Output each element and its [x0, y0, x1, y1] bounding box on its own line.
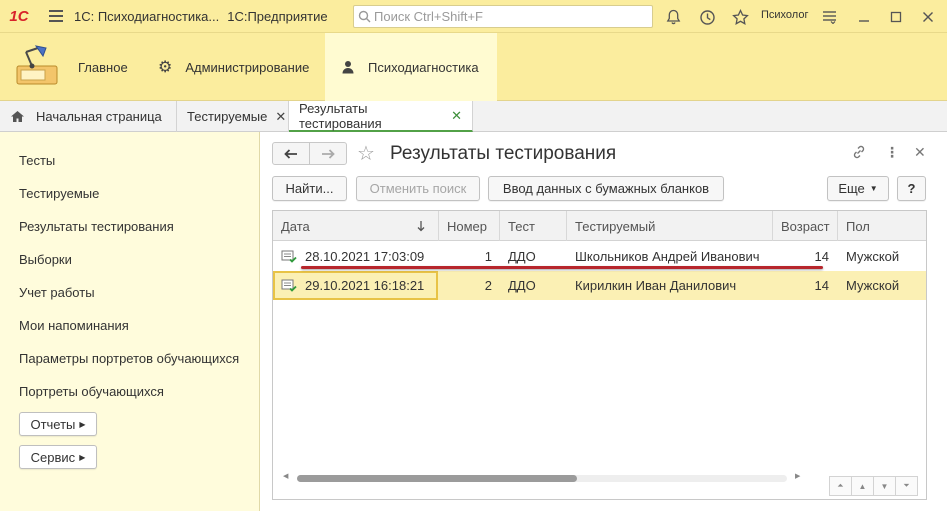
scroll-right-icon[interactable]: ▶: [795, 472, 800, 480]
maximize-icon[interactable]: [885, 6, 907, 28]
section-label: Главное: [78, 59, 128, 75]
more-vertical-icon[interactable]: ⋮: [885, 144, 899, 161]
form-close-icon[interactable]: ✕: [914, 144, 926, 161]
scroll-bottom-icon[interactable]: ⏷: [895, 476, 918, 496]
form-title: Результаты тестирования: [390, 143, 617, 164]
red-underline-annotation: [301, 266, 823, 269]
search-icon: [358, 10, 371, 23]
tab-label: Тестируемые: [187, 109, 268, 124]
scroll-top-icon[interactable]: ⏶: [829, 476, 852, 496]
section-main[interactable]: Главное: [12, 33, 137, 101]
nav-item-portraits[interactable]: Портреты обучающихся: [19, 384, 164, 399]
section-administration[interactable]: ⚙ Администрирование: [158, 33, 318, 101]
section-label: Психодиагностика: [368, 59, 479, 75]
section-psychodiagnostics[interactable]: Психодиагностика: [325, 33, 497, 101]
cell-test: ДДО: [508, 278, 536, 293]
triangle-right-icon: ▶: [79, 452, 86, 462]
favorites-star-icon[interactable]: [729, 6, 751, 28]
document-posted-icon: [281, 279, 297, 292]
global-search[interactable]: [353, 5, 653, 28]
tab-testees[interactable]: Тестируемые ✕: [177, 101, 289, 132]
logo-1c: 1С: [9, 7, 29, 25]
form-test-results: ☆ Результаты тестирования ⋮ ✕ Найти... О…: [261, 132, 947, 511]
history-icon[interactable]: [696, 6, 718, 28]
more-button-label: Еще: [838, 181, 865, 196]
tab-label: Начальная страница: [36, 109, 162, 124]
scroll-up-icon[interactable]: ▲: [851, 476, 874, 496]
cell-sex: Мужской: [846, 278, 900, 293]
chevron-down-icon: ▼: [869, 184, 878, 193]
column-header-test[interactable]: Тест: [500, 211, 567, 241]
paper-input-button[interactable]: Ввод данных с бумажных бланков: [488, 176, 724, 201]
column-header-sex[interactable]: Пол: [838, 211, 926, 241]
cell-testee: Кирилкин Иван Данилович: [575, 278, 737, 293]
table-header: Дата Номер Тест Тестируемый Возраст Пол: [273, 211, 926, 241]
nav-item-samples[interactable]: Выборки: [19, 252, 72, 267]
cell-age: 14: [814, 278, 829, 293]
document-posted-icon: [281, 250, 297, 263]
reports-button-label: Отчеты: [30, 416, 76, 432]
column-header-number[interactable]: Номер: [439, 211, 500, 241]
tab-close-icon[interactable]: ✕: [275, 109, 286, 125]
open-tabs-bar: Начальная страница Тестируемые ✕ Результ…: [0, 101, 947, 132]
home-icon: [11, 111, 24, 122]
nav-item-test-results[interactable]: Результаты тестирования: [19, 219, 174, 234]
back-arrow-icon[interactable]: [273, 143, 309, 164]
scroll-down-icon[interactable]: ▼: [873, 476, 896, 496]
person-icon: [342, 61, 354, 74]
triangle-right-icon: ▶: [79, 419, 86, 429]
column-header-label: Дата: [281, 218, 310, 234]
main-menu-icon[interactable]: [38, 0, 74, 33]
navigation-panel: Тесты Тестируемые Результаты тестировани…: [0, 132, 260, 511]
cancel-search-button[interactable]: Отменить поиск: [356, 176, 480, 201]
favorite-star-icon[interactable]: ☆: [357, 141, 375, 166]
service-button[interactable]: Сервис ▶: [19, 445, 97, 469]
nav-item-reminders[interactable]: Мои напоминания: [19, 318, 129, 333]
nav-item-testees[interactable]: Тестируемые: [19, 186, 99, 201]
tab-home[interactable]: Начальная страница: [0, 101, 177, 132]
column-header-date[interactable]: Дата: [273, 211, 439, 241]
tab-test-results[interactable]: Результаты тестирования ✕: [289, 101, 473, 132]
sections-panel: Главное ⚙ Администрирование Психодиагнос…: [0, 33, 947, 101]
forward-arrow-icon[interactable]: [309, 143, 346, 164]
reports-button[interactable]: Отчеты ▶: [19, 412, 97, 436]
column-header-testee[interactable]: Тестируемый: [567, 211, 773, 241]
column-header-age[interactable]: Возраст: [773, 211, 838, 241]
nav-item-tests[interactable]: Тесты: [19, 153, 55, 168]
tab-close-icon[interactable]: ✕: [451, 108, 462, 124]
cell-date: 29.10.2021 16:18:21: [305, 278, 425, 293]
service-button-label: Сервис: [30, 449, 76, 465]
sort-down-icon: [417, 221, 425, 232]
tab-label: Результаты тестирования: [299, 100, 382, 131]
nav-item-portrait-params[interactable]: Параметры портретов обучающихся: [19, 351, 239, 366]
gear-icon: ⚙: [158, 59, 173, 76]
platform-title: 1С:Предприятие: [227, 8, 328, 24]
table-row-selected[interactable]: 29.10.2021 16:18:21 2 ДДО Кирилкин Иван …: [273, 271, 926, 300]
horizontal-scrollbar[interactable]: ◀ ▶: [281, 472, 806, 484]
cell-sex: Мужской: [846, 249, 900, 264]
section-label: Администрирование: [185, 59, 310, 75]
scroll-thumb[interactable]: [297, 475, 577, 482]
cell-number: 2: [484, 278, 492, 293]
minimize-icon[interactable]: [853, 6, 875, 28]
results-table[interactable]: Дата Номер Тест Тестируемый Возраст Пол …: [272, 210, 927, 500]
settings-menu-icon[interactable]: [818, 6, 840, 28]
nav-item-work-log[interactable]: Учет работы: [19, 285, 95, 300]
more-button[interactable]: Еще ▼: [827, 176, 889, 201]
bell-icon[interactable]: [662, 6, 684, 28]
scroll-left-icon[interactable]: ◀: [283, 472, 288, 480]
user-name[interactable]: Психолог: [761, 9, 808, 21]
desk-lamp-icon: [16, 45, 58, 85]
close-icon[interactable]: [917, 6, 939, 28]
search-input[interactable]: [374, 9, 644, 24]
row-scroll-buttons: ⏶ ▲ ▼ ⏷: [829, 476, 918, 496]
help-button[interactable]: ?: [897, 176, 926, 201]
find-button[interactable]: Найти...: [272, 176, 347, 201]
link-icon[interactable]: [851, 144, 867, 163]
history-nav: [272, 142, 347, 165]
app-title: 1С: Психодиагностика...: [74, 8, 220, 24]
